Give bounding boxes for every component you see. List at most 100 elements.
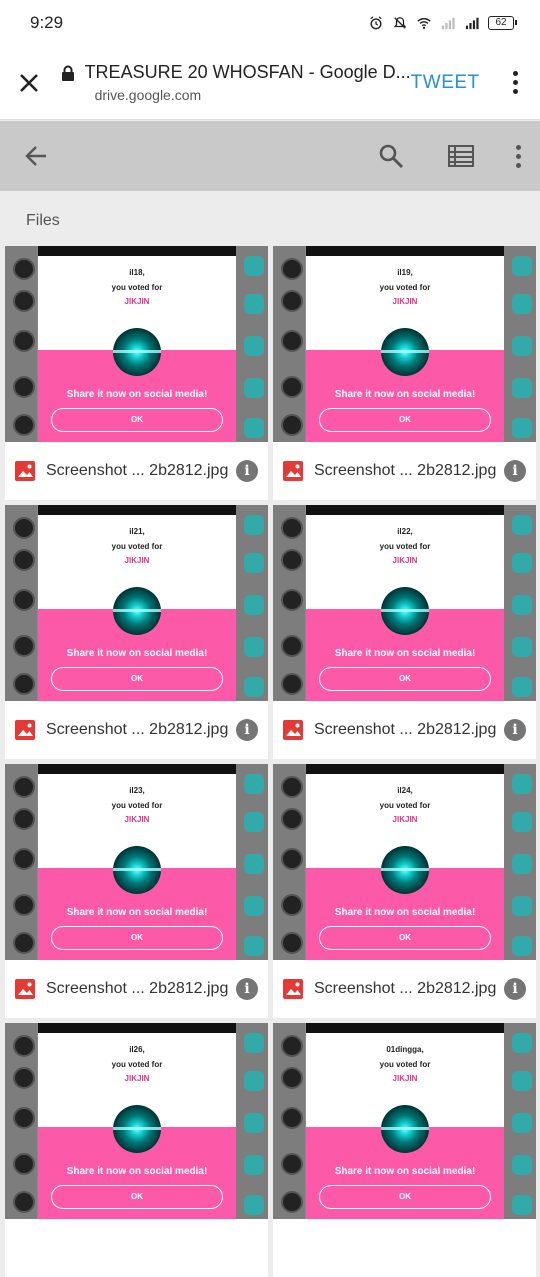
file-caption[interactable]: Screenshot ... 2b2812.jpg i: [5, 701, 268, 759]
close-icon: [20, 73, 39, 92]
drive-toolbar: [0, 121, 540, 191]
vote-dialog: il21, you voted for JIKJIN Share it now …: [38, 505, 236, 701]
ok-button: OK: [319, 1185, 491, 1209]
voted-text: you voted for: [379, 801, 431, 810]
file-caption[interactable]: Screenshot ... 2b2812.jpg i: [273, 701, 536, 759]
voted-text: you voted for: [379, 542, 431, 551]
image-file-icon: [15, 720, 35, 740]
voted-text: you voted for: [111, 801, 163, 810]
voter-name: il18,: [129, 268, 145, 277]
file-name: Screenshot ... 2b2812.jpg: [46, 980, 229, 997]
file-thumbnail[interactable]: il24, you voted for JIKJIN Share it now …: [273, 764, 536, 960]
share-text: Share it now on social media!: [66, 1166, 208, 1177]
file-card[interactable]: il19, you voted for JIKJIN Share it now …: [273, 246, 536, 500]
album-art: [381, 587, 429, 635]
wifi-icon: [417, 18, 431, 29]
file-thumbnail[interactable]: il26, you voted for JIKJIN Share it now …: [5, 1023, 268, 1219]
ok-button: OK: [51, 1185, 223, 1209]
file-card[interactable]: 01dingga, you voted for JIKJIN Share it …: [273, 1023, 536, 1277]
candidate-name: JIKJIN: [392, 1074, 418, 1083]
list-view-icon: [448, 145, 474, 167]
info-icon[interactable]: i: [236, 978, 258, 1000]
file-caption[interactable]: Screenshot ... 2b2812.jpg i: [273, 442, 536, 500]
vote-dialog: il18, you voted for JIKJIN Share it now …: [38, 246, 236, 442]
image-file-icon: [15, 979, 35, 999]
voter-name: il23,: [129, 786, 145, 795]
page-title: TREASURE 20 WHOSFAN - Google D...: [84, 62, 411, 82]
list-view-button[interactable]: [426, 121, 496, 191]
file-card[interactable]: il24, you voted for JIKJIN Share it now …: [273, 764, 536, 1018]
album-art: [381, 1105, 429, 1153]
file-thumbnail[interactable]: il22, you voted for JIKJIN Share it now …: [273, 505, 536, 701]
info-icon[interactable]: i: [504, 719, 526, 741]
alarm-icon: [370, 16, 382, 30]
tweet-button[interactable]: TWEET: [411, 72, 480, 94]
voter-name: il22,: [397, 527, 413, 536]
share-text: Share it now on social media!: [66, 389, 208, 400]
battery-icon: 62: [488, 16, 517, 30]
candidate-name: JIKJIN: [392, 556, 418, 565]
file-card[interactable]: il23, you voted for JIKJIN Share it now …: [5, 764, 268, 1018]
candidate-name: JIKJIN: [124, 297, 150, 306]
file-caption[interactable]: Screenshot ... 2b2812.jpg i: [5, 442, 268, 500]
status-icons: 62: [368, 16, 517, 30]
ok-button: OK: [319, 926, 491, 950]
voter-name: il24,: [397, 786, 413, 795]
vote-dialog: il19, you voted for JIKJIN Share it now …: [306, 246, 504, 442]
candidate-name: JIKJIN: [392, 815, 418, 824]
vote-dialog: il24, you voted for JIKJIN Share it now …: [306, 764, 504, 960]
file-thumbnail[interactable]: il18, you voted for JIKJIN Share it now …: [5, 246, 268, 442]
url-host: drive.google.com: [94, 87, 202, 103]
candidate-name: JIKJIN: [124, 1074, 150, 1083]
drive-more-button[interactable]: [496, 144, 540, 168]
browser-menu-button[interactable]: [502, 71, 530, 94]
status-time: 9:29: [30, 13, 64, 32]
file-name: Screenshot ... 2b2812.jpg: [46, 721, 229, 738]
voter-name: 01dingga,: [386, 1045, 424, 1054]
image-file-icon: [15, 461, 35, 481]
back-arrow-icon: [25, 146, 46, 166]
voted-text: you voted for: [379, 283, 431, 292]
ok-button: OK: [51, 408, 223, 432]
file-caption[interactable]: Screenshot ... 2b2812.jpg i: [5, 960, 268, 1018]
back-button[interactable]: [0, 121, 72, 191]
info-icon[interactable]: i: [504, 460, 526, 482]
vote-dialog: il23, you voted for JIKJIN Share it now …: [38, 764, 236, 960]
url-block[interactable]: TREASURE 20 WHOSFAN - Google D... drive.…: [59, 62, 411, 103]
file-thumbnail[interactable]: 01dingga, you voted for JIKJIN Share it …: [273, 1023, 536, 1219]
album-art: [113, 846, 161, 894]
vote-dialog: il22, you voted for JIKJIN Share it now …: [306, 505, 504, 701]
file-name: Screenshot ... 2b2812.jpg: [314, 980, 497, 997]
file-card[interactable]: il21, you voted for JIKJIN Share it now …: [5, 505, 268, 759]
file-caption[interactable]: Screenshot ... 2b2812.jpg i: [273, 960, 536, 1018]
album-art: [113, 1105, 161, 1153]
ok-button: OK: [319, 667, 491, 691]
candidate-name: JIKJIN: [124, 815, 150, 824]
file-name: Screenshot ... 2b2812.jpg: [46, 462, 229, 479]
file-name: Screenshot ... 2b2812.jpg: [314, 721, 497, 738]
share-text: Share it now on social media!: [334, 389, 476, 400]
file-thumbnail[interactable]: il19, you voted for JIKJIN Share it now …: [273, 246, 536, 442]
voter-name: il26,: [129, 1045, 145, 1054]
album-art: [381, 328, 429, 376]
file-thumbnail[interactable]: il21, you voted for JIKJIN Share it now …: [5, 505, 268, 701]
file-card[interactable]: il18, you voted for JIKJIN Share it now …: [5, 246, 268, 500]
info-icon[interactable]: i: [236, 460, 258, 482]
lock-icon: [61, 65, 74, 81]
candidate-name: JIKJIN: [124, 556, 150, 565]
share-text: Share it now on social media!: [66, 648, 208, 659]
file-card[interactable]: il22, you voted for JIKJIN Share it now …: [273, 505, 536, 759]
candidate-name: JIKJIN: [392, 297, 418, 306]
signal-icon: [441, 17, 455, 30]
file-thumbnail[interactable]: il23, you voted for JIKJIN Share it now …: [5, 764, 268, 960]
mute-icon: [393, 17, 407, 29]
info-icon[interactable]: i: [236, 719, 258, 741]
voted-text: you voted for: [111, 1060, 163, 1069]
file-name: Screenshot ... 2b2812.jpg: [314, 462, 497, 479]
info-icon[interactable]: i: [504, 978, 526, 1000]
file-card[interactable]: il26, you voted for JIKJIN Share it now …: [5, 1023, 268, 1277]
close-button[interactable]: [0, 46, 59, 120]
files-section-label: Files: [26, 212, 60, 229]
search-button[interactable]: [356, 121, 426, 191]
vote-dialog: il26, you voted for JIKJIN Share it now …: [38, 1023, 236, 1219]
